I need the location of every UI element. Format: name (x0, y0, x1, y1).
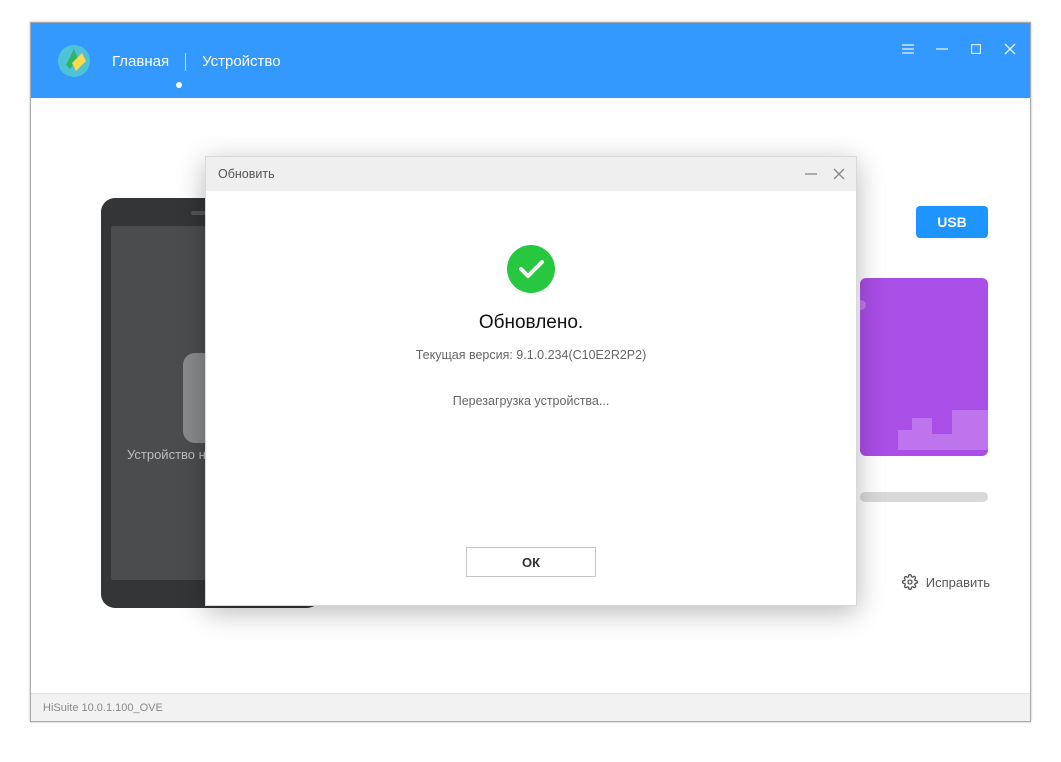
fix-label: Исправить (926, 575, 990, 590)
update-version: Текущая версия: 9.1.0.234(C10E2R2P2) (206, 348, 856, 362)
device-status-text: Устройство н (127, 447, 206, 462)
content-area: Устройство н USB Исправить Обновить (31, 98, 1030, 693)
menu-icon[interactable] (900, 41, 916, 57)
ok-button[interactable]: ОК (466, 547, 596, 577)
storage-progress-fill (860, 492, 988, 502)
nav-separator (185, 53, 186, 71)
success-check-icon (507, 245, 555, 293)
gear-icon (902, 574, 918, 590)
nav-active-indicator (176, 82, 182, 88)
close-icon[interactable] (1002, 41, 1018, 57)
panel-wave-icon (898, 390, 988, 450)
fix-button[interactable]: Исправить (902, 574, 990, 590)
update-reboot-text: Перезагрузка устройства... (206, 394, 856, 408)
statusbar: HiSuite 10.0.1.100_OVE (31, 693, 1030, 721)
usb-button[interactable]: USB (916, 206, 988, 238)
update-heading: Обновлено. (206, 312, 856, 334)
dialog-minimize-icon[interactable] (804, 167, 818, 181)
maximize-icon[interactable] (968, 41, 984, 57)
nav-home[interactable]: Главная (110, 53, 171, 70)
nav-device[interactable]: Устройство (200, 53, 282, 70)
panel-dot-icon (860, 300, 866, 310)
app-logo (56, 43, 92, 79)
storage-progress (860, 492, 988, 502)
titlebar: Главная Устройство (31, 23, 1030, 98)
dialog-title: Обновить (218, 167, 275, 181)
app-window: Главная Устройство Устройство (30, 22, 1031, 722)
app-version-text: HiSuite 10.0.1.100_OVE (43, 702, 163, 714)
nav: Главная Устройство (110, 53, 283, 71)
window-controls (900, 41, 1018, 57)
feature-panel[interactable] (860, 278, 988, 456)
dialog-close-icon[interactable] (832, 167, 846, 181)
dialog-body: Обновлено. Текущая версия: 9.1.0.234(C10… (206, 191, 856, 408)
update-dialog: Обновить Обновлено. Текущая версия: 9.1.… (205, 156, 857, 606)
dialog-header: Обновить (206, 157, 856, 191)
minimize-icon[interactable] (934, 41, 950, 57)
